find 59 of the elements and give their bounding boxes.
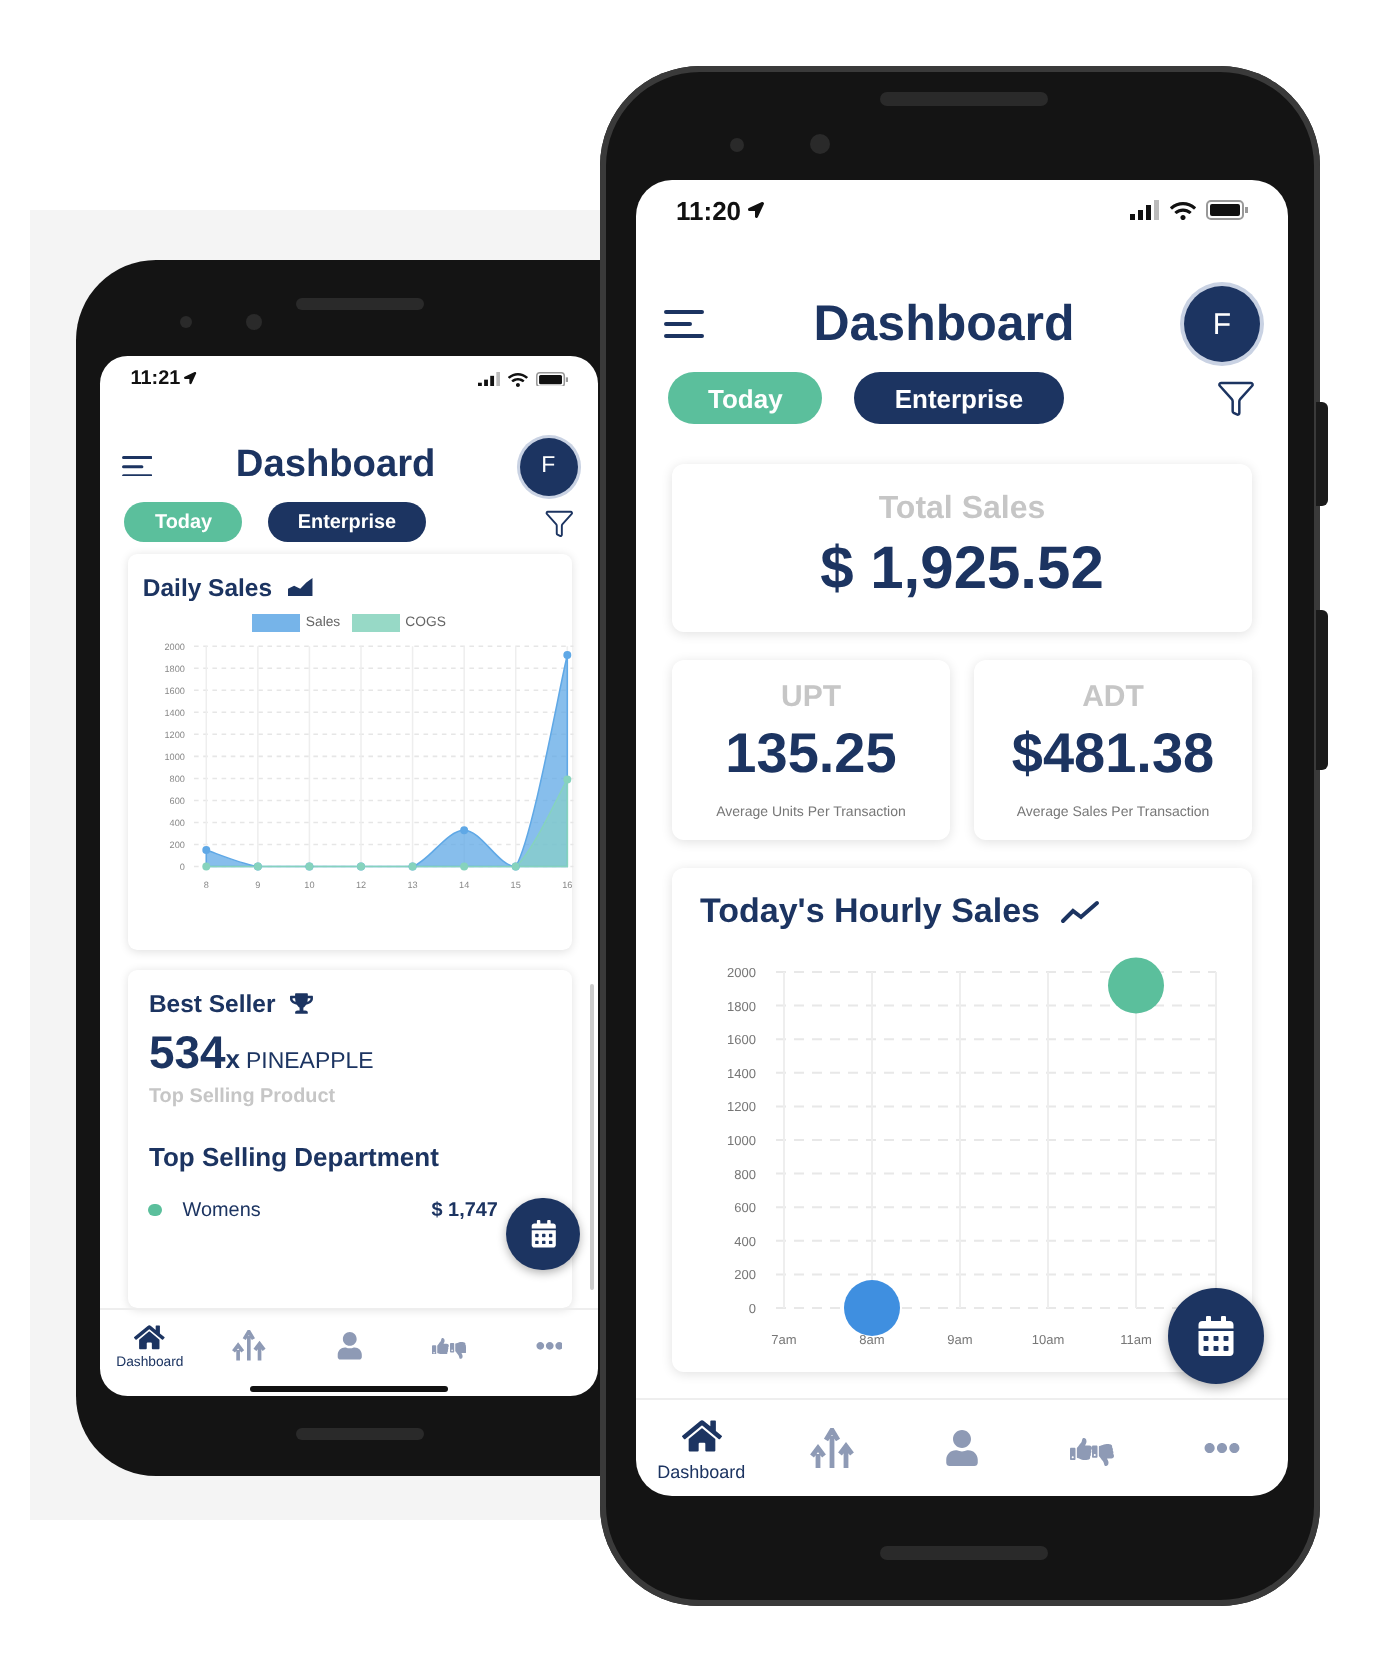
- scrollbar[interactable]: [589, 983, 595, 1290]
- calendar-icon[interactable]: [1196, 1316, 1236, 1356]
- signal-icon: [477, 371, 501, 387]
- data-point: [461, 826, 469, 835]
- location-arrow-icon: [184, 372, 198, 386]
- metric-value: 135.25: [725, 722, 897, 786]
- department-amount: $ 1,747: [431, 1199, 498, 1222]
- arrows-up-icon[interactable]: [232, 1330, 267, 1362]
- location-arrow-icon: [747, 202, 764, 218]
- data-point: [564, 651, 573, 660]
- avatar[interactable]: F: [1184, 286, 1260, 362]
- filter-icon[interactable]: [543, 507, 575, 538]
- status-time: 11:20: [676, 195, 764, 225]
- calendar-button[interactable]: [1168, 1288, 1264, 1384]
- wifi-icon: [508, 369, 529, 389]
- sold-count: 534: [148, 1026, 226, 1081]
- menu-icon[interactable]: [664, 310, 704, 338]
- data-point: [203, 862, 212, 871]
- card-title: Best Seller: [148, 989, 276, 1018]
- trophy-icon: [290, 991, 314, 1015]
- legend-swatch[interactable]: [252, 613, 300, 632]
- caption: Top Selling Product: [148, 1086, 336, 1109]
- area-chart-icon: [287, 577, 314, 597]
- wifi-icon: [1170, 197, 1196, 223]
- arrows-up-icon[interactable]: [809, 1428, 854, 1468]
- line-chart-icon: [1060, 900, 1101, 924]
- legend-swatch[interactable]: [352, 613, 400, 632]
- signal-icon: [1130, 200, 1160, 220]
- nav-tab[interactable]: Dashboard: [636, 1415, 767, 1481]
- avatar[interactable]: F: [519, 437, 578, 496]
- department-name: Womens: [182, 1199, 261, 1222]
- status-time: 11:21: [130, 367, 198, 390]
- user-icon[interactable]: [335, 1332, 364, 1360]
- product-name: PINEAPPLE: [246, 1050, 374, 1075]
- home-icon[interactable]: [134, 1321, 166, 1353]
- filter-icon[interactable]: [1216, 378, 1256, 418]
- battery-icon: [536, 371, 569, 387]
- card-label: Total Sales: [878, 492, 1046, 528]
- thumbs-up-down-icon[interactable]: [432, 1333, 466, 1360]
- data-point: [461, 862, 469, 871]
- menu-icon[interactable]: [121, 455, 152, 477]
- card-title: Daily Sales: [142, 573, 273, 602]
- data-point: [203, 846, 212, 855]
- data-point: [564, 775, 573, 784]
- card-label: UPT: [781, 680, 841, 714]
- calendar-icon[interactable]: [529, 1220, 558, 1248]
- page-title: Dashboard: [811, 295, 1077, 353]
- unit-label: x: [225, 1044, 240, 1075]
- battery-icon: [1206, 200, 1248, 220]
- card-title: Today's Hourly Sales: [700, 892, 1041, 932]
- metric-value: $481.38: [1011, 722, 1215, 786]
- page-title: Dashboard: [233, 444, 438, 489]
- filter-chip[interactable]: Enterprise: [854, 372, 1064, 424]
- filter-chip[interactable]: Enterprise: [267, 502, 427, 543]
- card-label: ADT: [1082, 680, 1144, 714]
- section-title: Top Selling Department: [148, 1142, 439, 1173]
- total-sales-value: $ 1,925.52: [820, 536, 1104, 604]
- home-icon[interactable]: [681, 1415, 722, 1455]
- user-icon[interactable]: [944, 1430, 980, 1466]
